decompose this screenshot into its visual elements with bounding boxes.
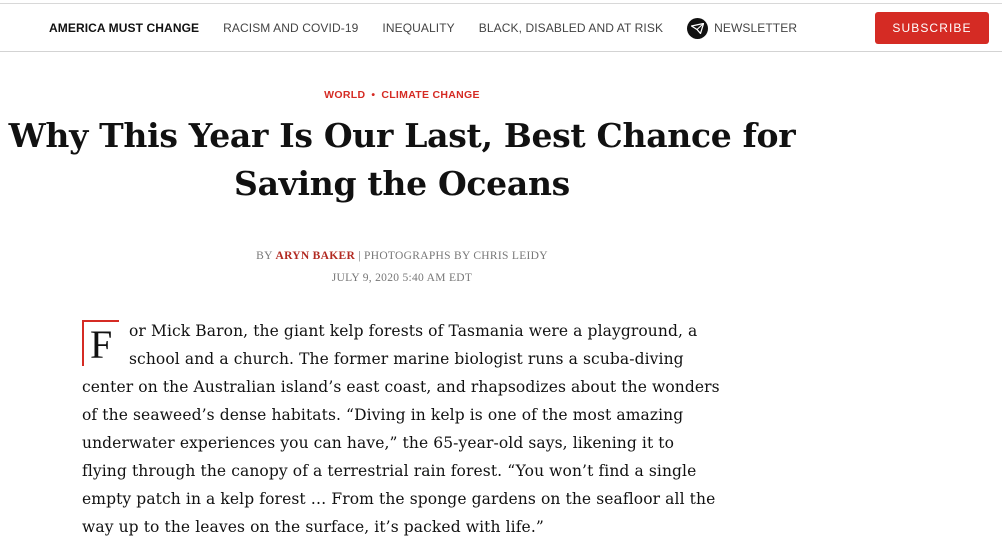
body-line: underwater experiences you can have,” th…	[82, 434, 675, 452]
body-line: school and a church. The former marine b…	[129, 350, 684, 368]
newsletter-plane-icon	[687, 17, 709, 39]
kicker-separator: •	[371, 89, 376, 101]
body-line: center on the Australian island’s east c…	[82, 378, 720, 396]
publish-date: JULY 9, 2020 5:40 AM EDT	[331, 272, 473, 284]
body-line: of the seaweed’s dense habitats. “Diving…	[82, 406, 684, 424]
headline-line-1: Why This Year Is Our Last, Best Chance f…	[8, 116, 796, 155]
article-kicker: WORLD • CLIMATE CHANGE	[0, 89, 804, 101]
nav-item-inequality[interactable]: INEQUALITY	[382, 21, 454, 35]
body-line: flying through the canopy of a terrestri…	[82, 462, 697, 480]
photo-credit: | PHOTOGRAPHS BY CHRIS LEIDY	[358, 250, 548, 262]
headline-line-2: Saving the Oceans	[234, 164, 570, 203]
article-headline: Why This Year Is Our Last, Best Chance f…	[0, 112, 804, 208]
byline-prefix: BY	[256, 250, 273, 262]
nav-item-america-must-change[interactable]: AMERICA MUST CHANGE	[49, 21, 199, 35]
kicker-world-link[interactable]: WORLD	[324, 89, 365, 101]
kicker-climate-change-link[interactable]: CLIMATE CHANGE	[381, 89, 480, 101]
drop-cap: F	[82, 320, 119, 367]
author-link[interactable]: ARYN BAKER	[275, 250, 355, 262]
article-byline: BY ARYN BAKER | PHOTOGRAPHS BY CHRIS LEI…	[0, 250, 804, 262]
top-navigation-bar: AMERICA MUST CHANGE RACISM AND COVID-19 …	[0, 4, 1002, 52]
nav-item-black-disabled[interactable]: BLACK, DISABLED AND AT RISK	[479, 21, 663, 35]
nav-links: AMERICA MUST CHANGE RACISM AND COVID-19 …	[49, 4, 821, 52]
body-line: empty patch in a kelp forest … From the …	[82, 490, 716, 508]
subscribe-button[interactable]: SUBSCRIBE	[875, 12, 989, 44]
nav-item-newsletter[interactable]: NEWSLETTER	[687, 17, 798, 39]
body-line: or Mick Baron, the giant kelp forests of…	[129, 322, 698, 340]
nav-item-racism-covid[interactable]: RACISM AND COVID-19	[223, 21, 358, 35]
body-line: way up to the leaves on the surface, it’…	[82, 518, 544, 536]
newsletter-label: NEWSLETTER	[714, 21, 798, 35]
